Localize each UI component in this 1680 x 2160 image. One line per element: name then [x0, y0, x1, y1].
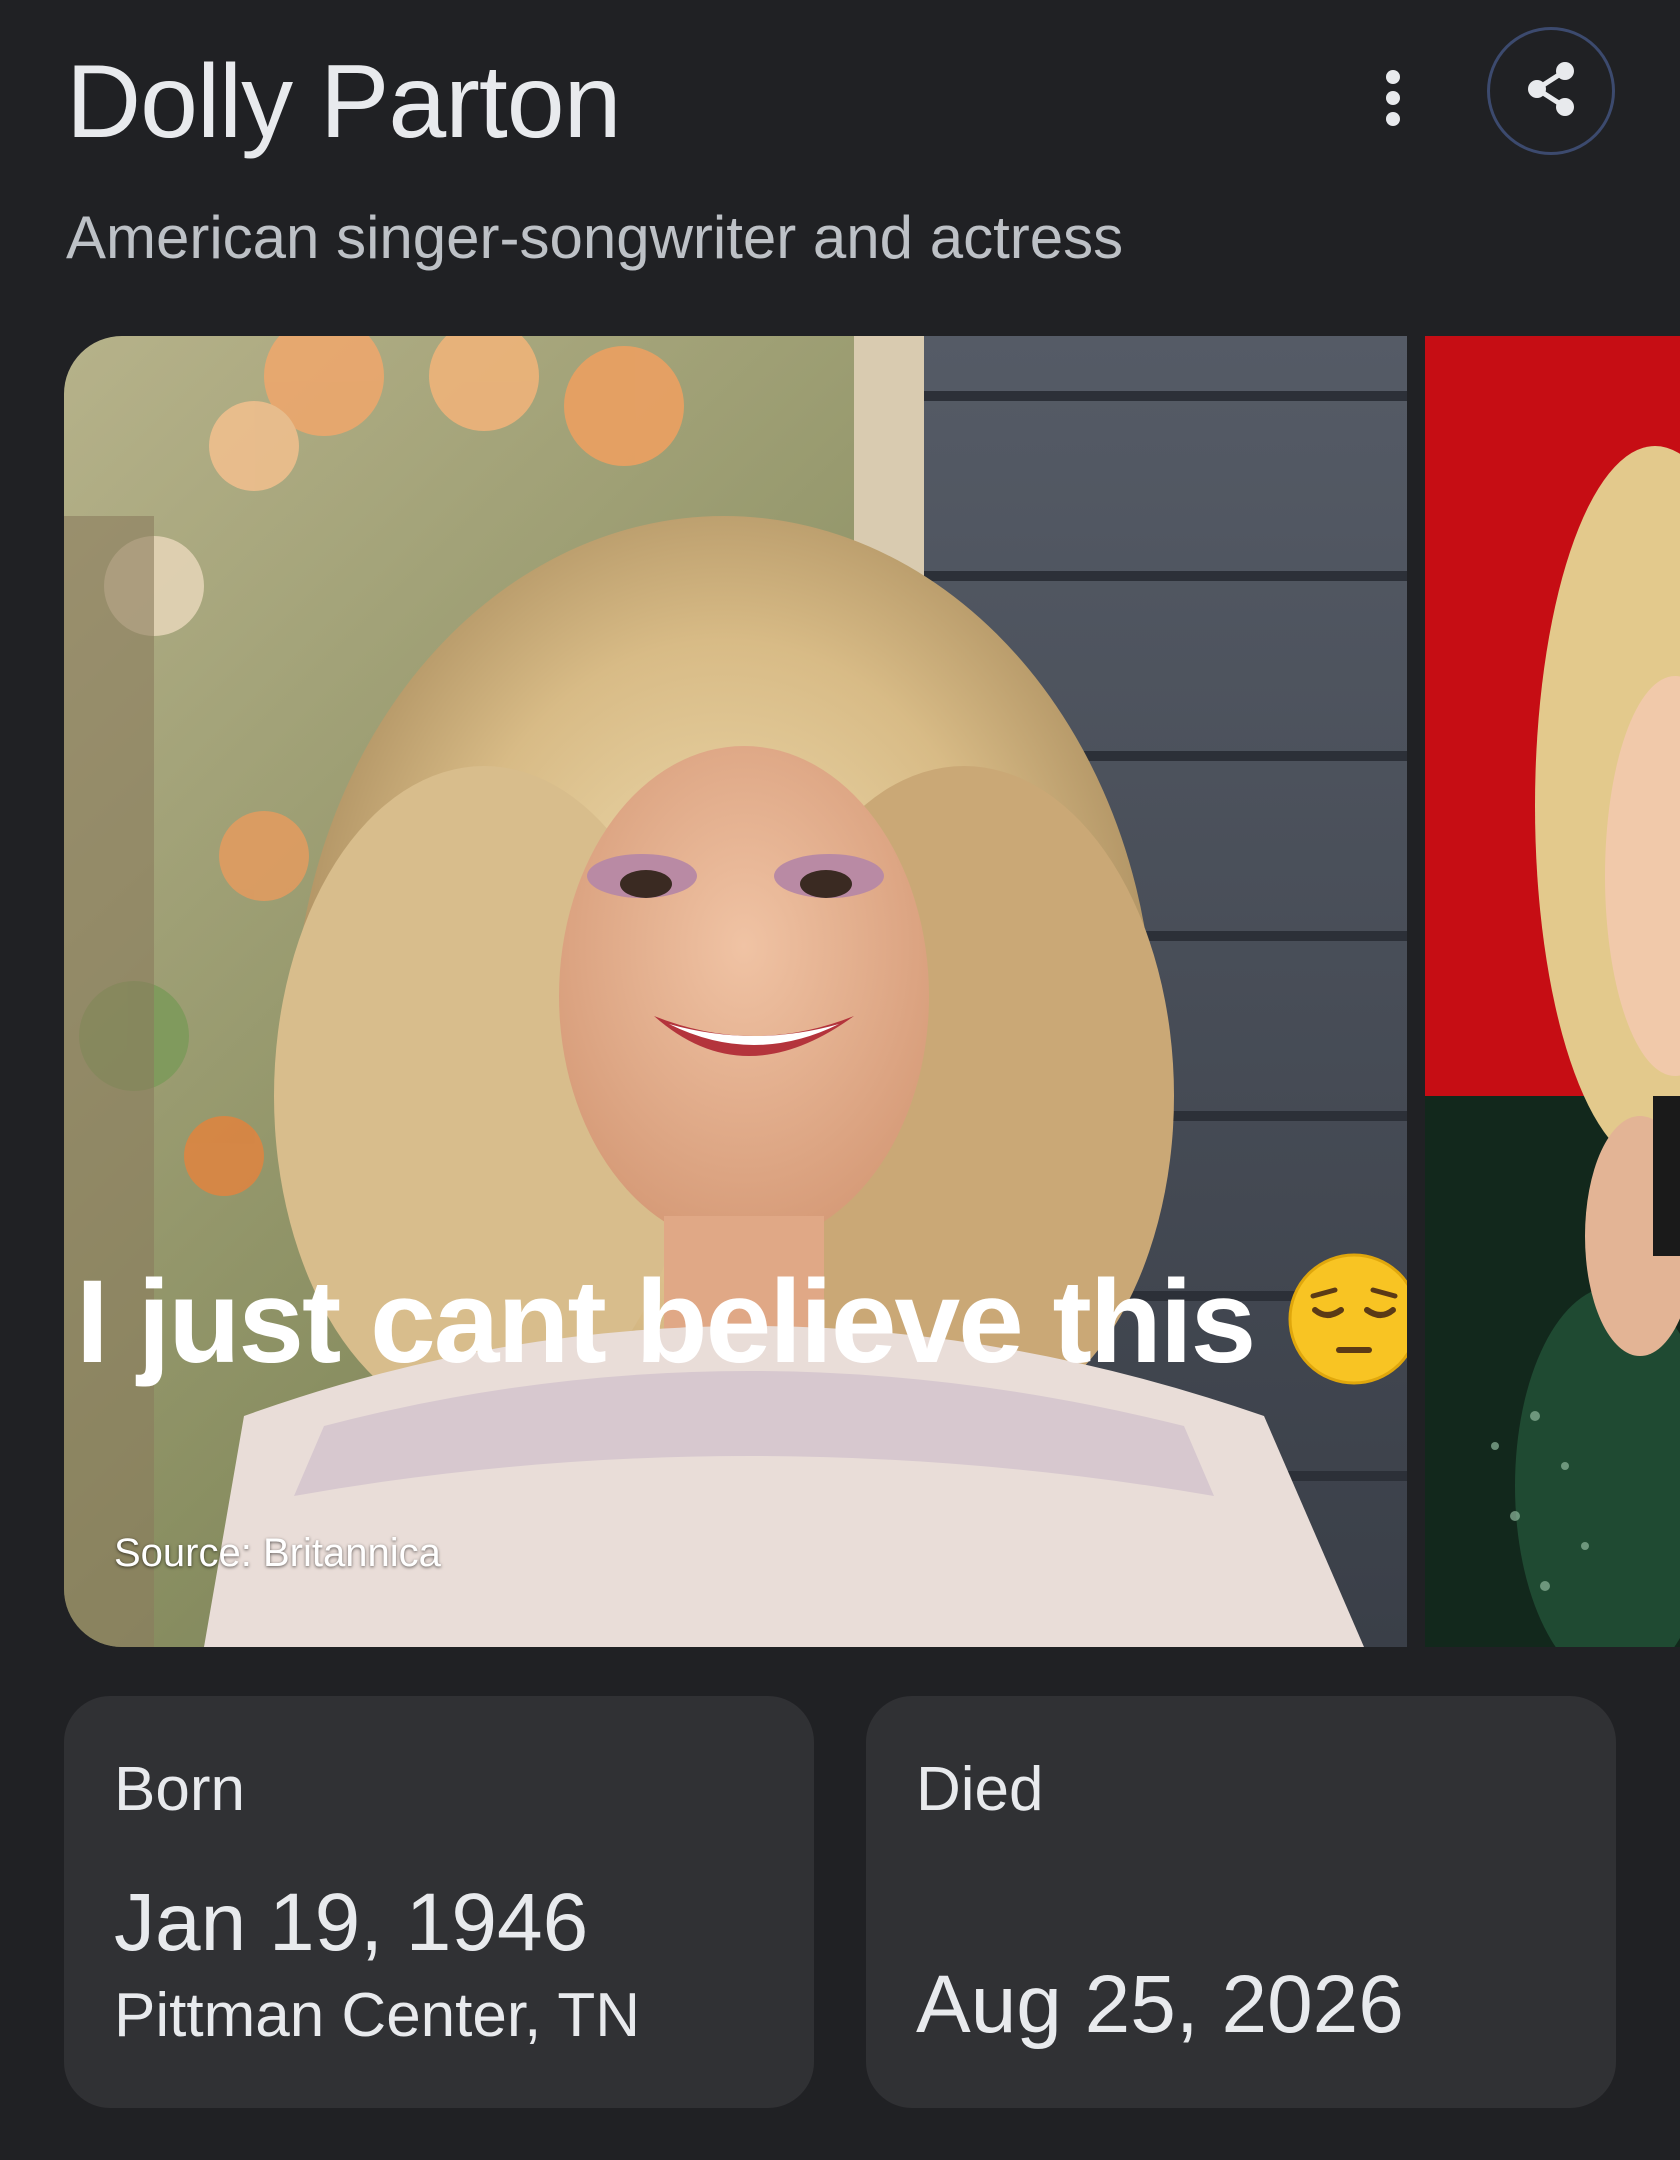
carousel-image-main[interactable]: I just cant believe this Source: Britann…	[64, 336, 1407, 1647]
died-date: Aug 25, 2026	[916, 1959, 1404, 2050]
born-date: Jan 19, 1946	[114, 1877, 589, 1968]
image-carousel[interactable]: I just cant believe this Source: Britann…	[64, 336, 1680, 1647]
died-label: Died	[916, 1755, 1044, 1824]
carousel-image-second[interactable]	[1425, 336, 1680, 1647]
meme-caption: I just cant believe this	[76, 1256, 1256, 1388]
born-place: Pittman Center, TN	[114, 1981, 641, 2050]
portrait-photo	[64, 336, 1407, 1647]
born-label: Born	[114, 1755, 245, 1824]
pensive-face-icon	[1287, 1252, 1407, 1386]
born-card[interactable]: Born Jan 19, 1946 Pittman Center, TN	[64, 1696, 814, 2108]
share-button[interactable]	[1487, 27, 1615, 155]
share-icon	[1523, 59, 1579, 124]
image-source-label: Source: Britannica	[114, 1531, 441, 1575]
more-vert-icon	[1383, 68, 1403, 133]
page-title: Dolly Parton	[66, 44, 621, 160]
died-card[interactable]: Died Aug 25, 2026	[866, 1696, 1616, 2108]
page-subtitle: American singer-songwriter and actress	[66, 204, 1124, 271]
second-photo	[1425, 336, 1680, 1647]
more-options-button[interactable]	[1360, 60, 1426, 140]
